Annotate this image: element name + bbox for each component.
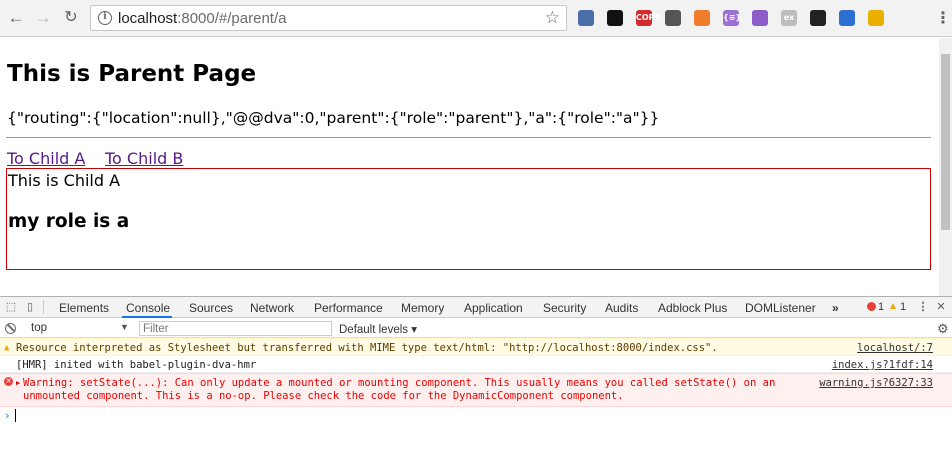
tab-elements[interactable]: Elements: [59, 301, 109, 315]
inspect-element-icon[interactable]: ⬚: [5, 301, 17, 313]
warning-count-icon[interactable]: ▲: [888, 301, 898, 312]
error-count-icon[interactable]: [867, 302, 876, 311]
console-filterbar: top ▼ Default levels ▾ ⚙: [0, 319, 952, 338]
child-role-text: my role is a: [8, 211, 130, 232]
devtools-tabbar: ⬚ ▯ Elements Console Sources Network Per…: [0, 297, 952, 318]
active-tab-indicator: [122, 316, 172, 318]
page-title: This is Parent Page: [7, 61, 257, 87]
tab-application[interactable]: Application: [464, 301, 523, 315]
context-dropdown-icon[interactable]: ▼: [120, 322, 129, 332]
link-child-b[interactable]: To Child B: [105, 149, 183, 168]
tab-sources[interactable]: Sources: [189, 301, 233, 315]
reload-icon[interactable]: ↻: [61, 8, 81, 28]
url-text[interactable]: localhost:8000/#/parent/a: [118, 10, 286, 27]
tab-divider: [43, 300, 44, 314]
warning-icon: ▲: [4, 343, 10, 353]
square-stop-icon[interactable]: [607, 10, 623, 26]
bug-icon[interactable]: [694, 10, 710, 26]
filter-input[interactable]: [139, 321, 332, 336]
menu-dots-icon[interactable]: ⋮: [935, 8, 951, 28]
tab-adblock-plus[interactable]: Adblock Plus: [658, 301, 727, 315]
tab-domlistener[interactable]: DOMListener: [745, 301, 816, 315]
gamepad-icon[interactable]: [810, 10, 826, 26]
devtools-panel: ⬚ ▯ Elements Console Sources Network Per…: [0, 296, 952, 455]
url-host: localhost: [118, 10, 178, 27]
forward-icon[interactable]: →: [33, 8, 53, 28]
state-json-text: {"routing":{"location":null},"@@dva":0,"…: [7, 109, 660, 127]
console-settings-icon[interactable]: ⚙: [937, 321, 949, 337]
compass-icon[interactable]: [868, 10, 884, 26]
page-viewport: This is Parent Page {"routing":{"locatio…: [0, 38, 939, 296]
warning-count[interactable]: 1: [900, 301, 906, 313]
address-bar[interactable]: i localhost:8000/#/parent/a ☆: [90, 5, 567, 31]
tab-network[interactable]: Network: [250, 301, 294, 315]
braces-icon[interactable]: {≡}: [723, 10, 741, 26]
log-warning-text: Resource interpreted as Stylesheet but t…: [16, 342, 718, 354]
page-scrollbar-thumb[interactable]: [941, 54, 950, 230]
log-error-row: ✕ ▶ Warning: setState(...): Can only upd…: [0, 373, 952, 407]
devtools-close-icon[interactable]: ✕: [935, 301, 947, 313]
back-icon[interactable]: ←: [6, 8, 26, 28]
tab-memory[interactable]: Memory: [401, 301, 444, 315]
tab-security[interactable]: Security: [543, 301, 586, 315]
device-toolbar-icon[interactable]: ▯: [24, 301, 36, 313]
log-error-source-link[interactable]: warning.js?6327:33: [816, 377, 933, 390]
context-selector[interactable]: top: [31, 322, 47, 334]
console-input-caret[interactable]: [15, 409, 16, 422]
ex-icon[interactable]: ex: [781, 10, 797, 26]
more-tabs-button[interactable]: »: [832, 301, 839, 315]
bulb-icon[interactable]: [665, 10, 681, 26]
eyedropper-icon[interactable]: [578, 10, 594, 26]
log-levels-dropdown[interactable]: Default levels ▾: [339, 322, 417, 336]
log-warning-row: ▲ Resource interpreted as Stylesheet but…: [0, 338, 952, 356]
error-count[interactable]: 1: [878, 301, 884, 313]
devtools-menu-icon[interactable]: ⋮: [917, 301, 929, 313]
browser-toolbar: ← → ↻ i localhost:8000/#/parent/a ☆ CORS…: [0, 0, 952, 37]
url-path: :8000/#/parent/a: [177, 10, 287, 27]
log-warning-source-link[interactable]: localhost/:7: [857, 342, 933, 355]
clear-console-icon[interactable]: [5, 323, 16, 334]
disc-icon[interactable]: [839, 10, 855, 26]
bookmark-star-icon[interactable]: ☆: [545, 8, 560, 28]
tab-performance[interactable]: Performance: [314, 301, 383, 315]
log-info-text: [HMR] inited with babel-plugin-dva-hmr: [16, 359, 257, 371]
log-info-source-link[interactable]: index.js?1fdf:14: [832, 359, 933, 372]
child-container: This is Child A my role is a: [6, 168, 931, 270]
child-heading: This is Child A: [8, 171, 121, 190]
tab-console[interactable]: Console: [126, 301, 170, 315]
link-child-a[interactable]: To Child A: [7, 149, 85, 168]
console-prompt-icon: ›: [4, 409, 11, 422]
tab-audits[interactable]: Audits: [605, 301, 638, 315]
log-error-text: Warning: setState(...): Can only update …: [23, 377, 776, 402]
cors-icon[interactable]: CORS: [636, 10, 661, 26]
log-info-row: [HMR] inited with babel-plugin-dva-hmr i…: [0, 356, 952, 373]
cursor-icon[interactable]: [752, 10, 768, 26]
horizontal-rule: [6, 137, 931, 138]
info-icon[interactable]: i: [98, 11, 112, 25]
